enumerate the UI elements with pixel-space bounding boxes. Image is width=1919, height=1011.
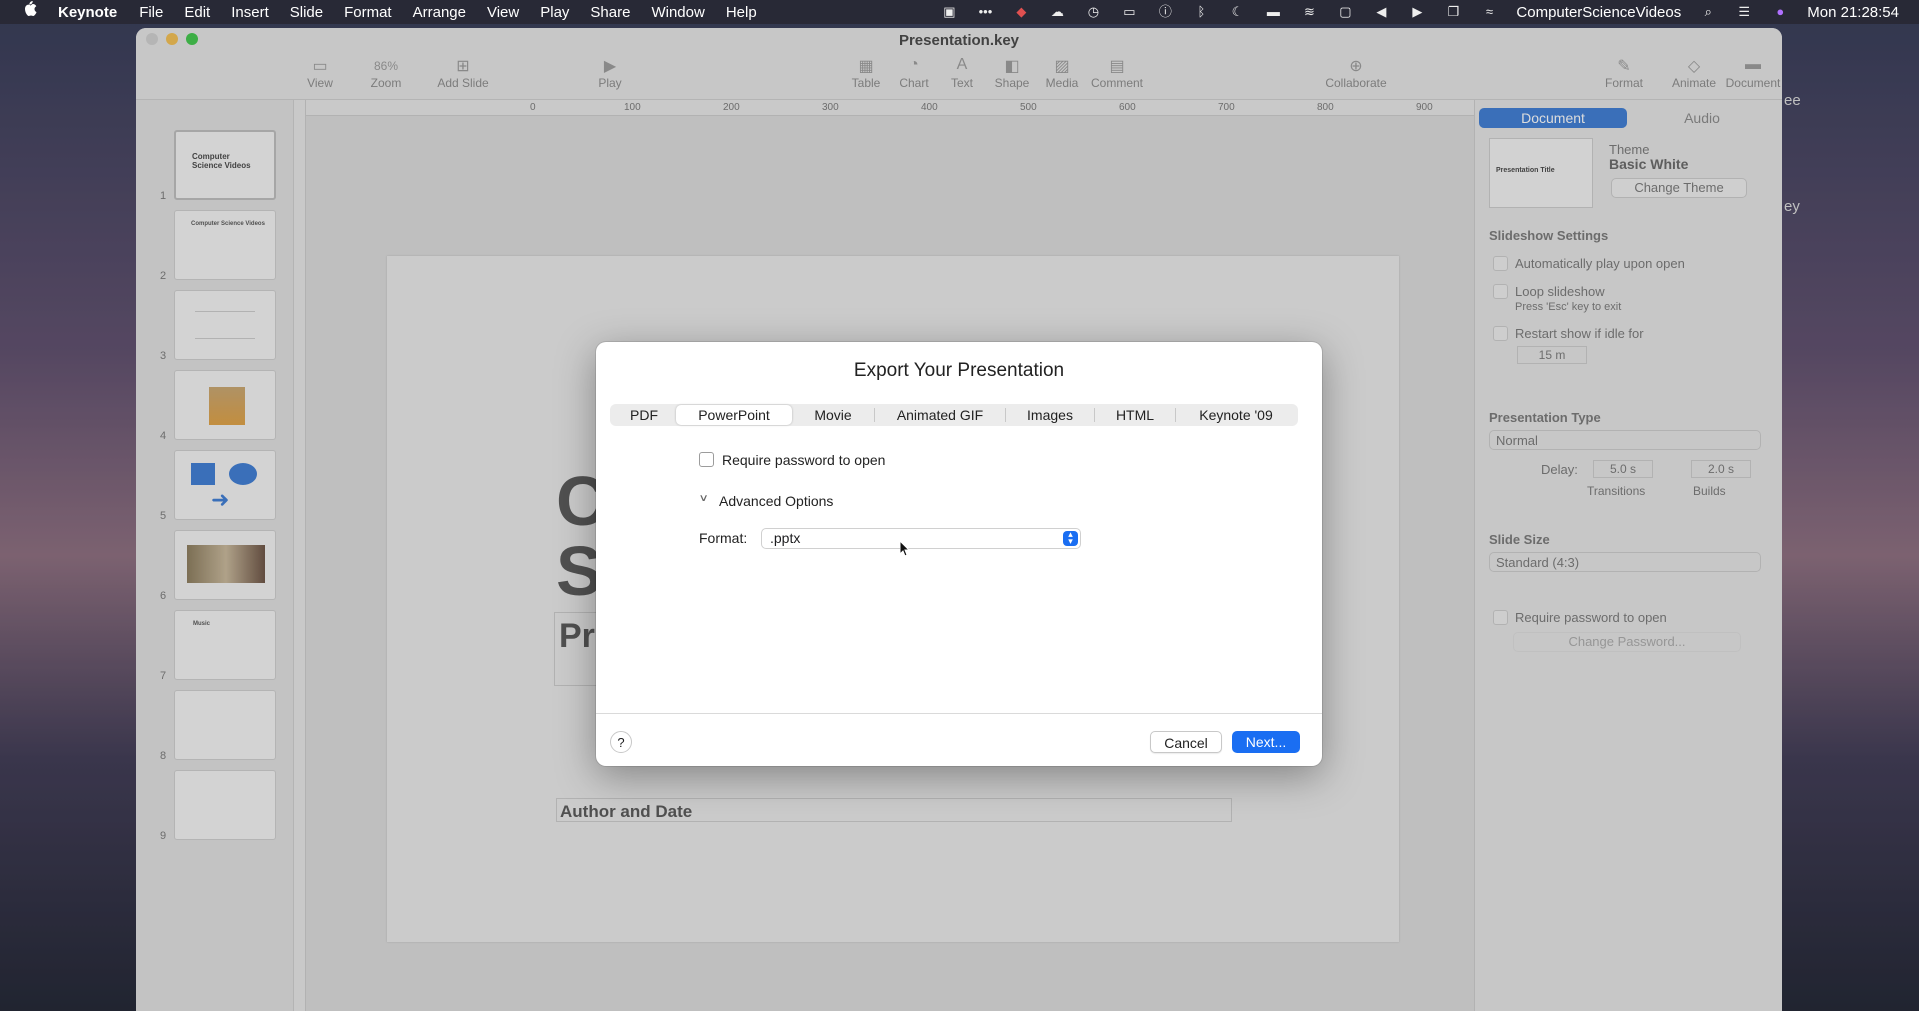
tab-powerpoint[interactable]: PowerPoint — [676, 405, 792, 425]
format-value: .pptx — [770, 530, 801, 546]
menu-app-name[interactable]: Keynote — [58, 4, 117, 21]
tab-images[interactable]: Images — [1006, 405, 1094, 425]
menu-insert[interactable]: Insert — [231, 4, 269, 21]
mouse-cursor-icon — [900, 541, 910, 557]
menu-help[interactable]: Help — [726, 4, 757, 21]
bluetooth-icon[interactable]: ᛒ — [1192, 5, 1210, 19]
window-icon[interactable]: ❐ — [1444, 5, 1462, 19]
battery-icon[interactable]: ▬ — [1264, 5, 1282, 19]
menu-arrange[interactable]: Arrange — [413, 4, 466, 21]
cancel-button[interactable]: Cancel — [1150, 731, 1222, 753]
screen-mirror-icon[interactable]: ▢ — [1336, 5, 1354, 19]
play-icon[interactable]: ▶ — [1408, 5, 1426, 19]
wave-icon[interactable]: ≈ — [1480, 5, 1498, 19]
chevron-down-icon[interactable]: ∨ — [699, 493, 709, 504]
menu-slide[interactable]: Slide — [290, 4, 323, 21]
advanced-options-disclosure[interactable]: Advanced Options — [719, 493, 833, 509]
cloud-icon[interactable]: ☁ — [1048, 5, 1066, 19]
format-label: Format: — [699, 530, 748, 546]
tab-movie[interactable]: Movie — [792, 405, 874, 425]
info-icon[interactable]: ⓘ — [1156, 5, 1174, 19]
menu-share[interactable]: Share — [590, 4, 630, 21]
display-icon[interactable]: ▭ — [1120, 5, 1138, 19]
user-name[interactable]: ComputerScienceVideos — [1516, 4, 1681, 21]
camera-icon[interactable]: ▣ — [940, 5, 958, 19]
wifi-icon[interactable]: ≋ — [1300, 5, 1318, 19]
dialog-title: Export Your Presentation — [853, 360, 1065, 381]
menu-window[interactable]: Window — [651, 4, 704, 21]
tab-keynote-09[interactable]: Keynote '09 — [1176, 405, 1296, 425]
divider — [596, 713, 1322, 714]
moon-icon[interactable]: ☾ — [1228, 5, 1246, 19]
control-center-icon[interactable]: ☰ — [1735, 5, 1753, 19]
menu-bar: Keynote File Edit Insert Slide Format Ar… — [0, 0, 1919, 24]
menu-format[interactable]: Format — [344, 4, 392, 21]
tab-animated-gif[interactable]: Animated GIF — [875, 405, 1005, 425]
help-button[interactable]: ? — [610, 731, 632, 753]
tab-pdf[interactable]: PDF — [612, 405, 676, 425]
format-select[interactable]: .pptx ▴ ▾ — [761, 528, 1081, 549]
select-arrows-icon: ▴ ▾ — [1063, 530, 1078, 546]
menu-edit[interactable]: Edit — [184, 4, 210, 21]
menu-file[interactable]: File — [139, 4, 163, 21]
siri-icon[interactable]: ● — [1771, 5, 1789, 19]
apple-icon[interactable] — [22, 1, 42, 23]
menu-play[interactable]: Play — [540, 4, 569, 21]
menu-view[interactable]: View — [487, 4, 519, 21]
time-machine-icon[interactable]: ◷ — [1084, 5, 1102, 19]
app-icon[interactable]: ◆ — [1012, 5, 1030, 19]
dots-icon[interactable]: ••• — [976, 5, 994, 19]
require-password-checkbox[interactable] — [699, 452, 714, 467]
search-icon[interactable]: ⌕ — [1699, 5, 1717, 19]
tab-html[interactable]: HTML — [1095, 405, 1175, 425]
next-button[interactable]: Next... — [1232, 731, 1300, 753]
require-password-label: Require password to open — [722, 452, 886, 468]
export-dialog: Export Your Presentation PDF PowerPoint … — [596, 342, 1322, 766]
volume-icon[interactable]: ◀ — [1372, 5, 1390, 19]
export-format-tabs: PDF PowerPoint Movie Animated GIF Images… — [610, 404, 1298, 426]
clock[interactable]: Mon 21:28:54 — [1807, 4, 1899, 21]
